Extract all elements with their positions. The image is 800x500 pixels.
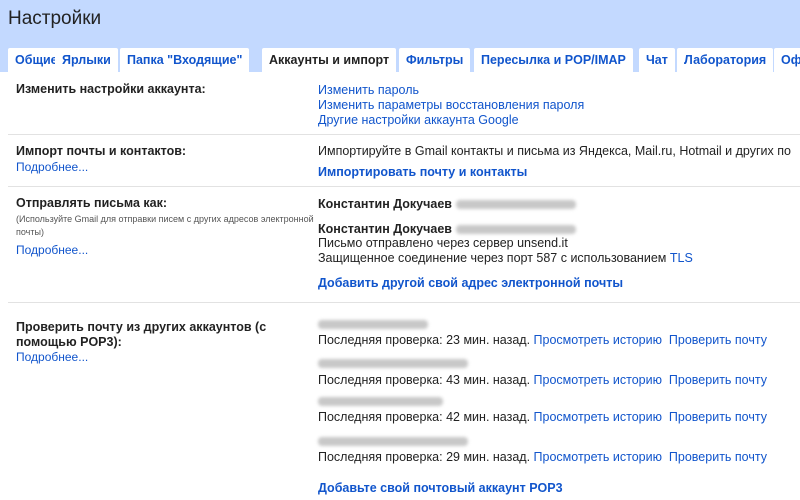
send-as-row: Отправлять письма как: (Используйте Gmai… [8, 186, 800, 303]
view-history-link-4[interactable]: Просмотреть историю [534, 450, 662, 464]
settings-header: Настройки [0, 0, 800, 44]
page-title: Настройки [8, 8, 102, 29]
tab-offline[interactable]: Оф [774, 48, 800, 72]
send-as-note: (Используйте Gmail для отправки писем с … [16, 214, 314, 237]
view-history-link-2[interactable]: Просмотреть историю [534, 373, 662, 387]
sender-server-line: Письмо отправлено через сервер unsend.it [318, 236, 568, 250]
sender-email-2-redacted [455, 225, 576, 235]
pop3-account-email-3-redacted [318, 394, 443, 409]
pop3-more-link[interactable]: Подробнее... [16, 350, 88, 364]
import-mail-contacts-link[interactable]: Импортировать почту и контакты [318, 165, 527, 180]
add-email-address-link[interactable]: Добавить другой свой адрес электронной п… [318, 276, 623, 291]
google-account-settings-link[interactable]: Другие настройки аккаунта Google [318, 113, 519, 128]
import-row: Импорт почты и контактов: Подробнее... И… [8, 134, 800, 187]
tab-labs[interactable]: Лаборатория [677, 48, 774, 72]
pop3-status-2: Последняя проверка: 43 мин. назад. [318, 373, 531, 387]
tls-link[interactable]: TLS [670, 251, 693, 265]
pop3-account-4: Последняя проверка: 29 мин. назад. Просм… [318, 450, 767, 465]
pop3-label: Проверить почту из других аккаунтов (с п… [16, 320, 267, 349]
check-mail-link-4[interactable]: Проверить почту [669, 450, 767, 464]
pop3-account-email-4-redacted [318, 434, 468, 449]
change-recovery-link[interactable]: Изменить параметры восстановления пароля [318, 98, 584, 113]
pop3-status-4: Последняя проверка: 29 мин. назад. [318, 450, 531, 464]
sender-secure-line: Защищенное соединение через порт 587 с и… [318, 251, 693, 265]
view-history-link-1[interactable]: Просмотреть историю [534, 333, 662, 347]
tab-accounts-import[interactable]: Аккаунты и импорт [262, 48, 397, 72]
settings-tabs: Общие Ярлыки Папка "Входящие" Аккаунты и… [0, 44, 800, 72]
view-history-link-3[interactable]: Просмотреть историю [534, 410, 662, 424]
add-pop3-account-link[interactable]: Добавьте свой почтовый аккаунт POP3 [318, 481, 563, 496]
pop3-account-email-1-redacted [318, 317, 428, 332]
pop3-account-3: Последняя проверка: 42 мин. назад. Просм… [318, 410, 767, 425]
tab-chat[interactable]: Чат [639, 48, 675, 72]
import-more-link[interactable]: Подробнее... [16, 160, 88, 174]
pop3-account-2: Последняя проверка: 43 мин. назад. Просм… [318, 373, 767, 388]
send-as-more-link[interactable]: Подробнее... [16, 243, 88, 257]
sender-name-1: Константин Докучаев [318, 197, 576, 212]
pop3-row: Проверить почту из других аккаунтов (с п… [8, 302, 800, 500]
account-settings-label: Изменить настройки аккаунта: [16, 82, 206, 96]
account-settings-row: Изменить настройки аккаунта: Изменить па… [8, 72, 800, 134]
sender-email-1-redacted [455, 200, 576, 210]
tab-forwarding-pop-imap[interactable]: Пересылка и POP/IMAP [474, 48, 633, 72]
import-description: Импортируйте в Gmail контакты и письма и… [318, 144, 791, 158]
settings-content: Изменить настройки аккаунта: Изменить па… [8, 72, 800, 500]
check-mail-link-1[interactable]: Проверить почту [669, 333, 767, 347]
import-label: Импорт почты и контактов: [16, 144, 187, 158]
pop3-status-3: Последняя проверка: 42 мин. назад. [318, 410, 531, 424]
pop3-account-email-2-redacted [318, 356, 468, 371]
send-as-label: Отправлять письма как: [16, 196, 168, 210]
tab-labels[interactable]: Ярлыки [55, 48, 118, 72]
check-mail-link-2[interactable]: Проверить почту [669, 373, 767, 387]
pop3-account-1: Последняя проверка: 23 мин. назад. Просм… [318, 333, 767, 348]
tab-filters[interactable]: Фильтры [399, 48, 471, 72]
pop3-status-1: Последняя проверка: 23 мин. назад. [318, 333, 531, 347]
tab-inbox[interactable]: Папка "Входящие" [120, 48, 250, 72]
sender-name-2: Константин Докучаев [318, 222, 576, 237]
check-mail-link-3[interactable]: Проверить почту [669, 410, 767, 424]
change-password-link[interactable]: Изменить пароль [318, 83, 419, 98]
